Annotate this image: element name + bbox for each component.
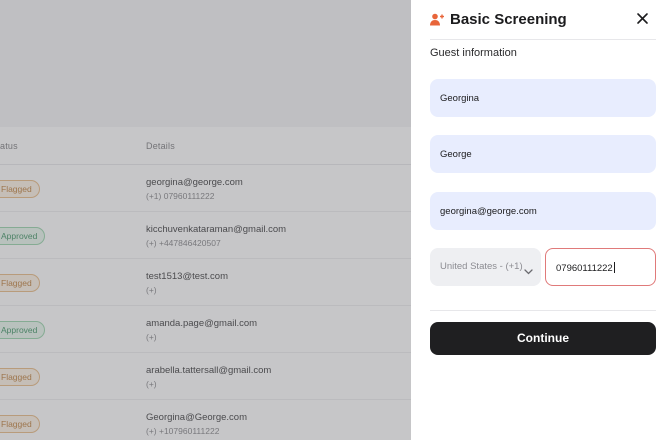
continue-button[interactable]: Continue [430, 322, 656, 355]
phone-number-value: 07960111222 [556, 262, 615, 274]
phone-number-field[interactable]: 07960111222 [545, 248, 656, 286]
country-code-select[interactable]: United States - (+1) [430, 248, 541, 286]
first-name-field[interactable] [430, 79, 656, 117]
add-person-icon [430, 13, 444, 26]
text-caret [613, 262, 615, 273]
chevron-down-icon [524, 263, 533, 275]
close-icon[interactable] [636, 12, 649, 25]
last-name-field[interactable] [430, 135, 656, 173]
country-code-value: United States - (+1) [440, 261, 523, 272]
panel-header: Basic Screening [430, 0, 656, 40]
modal-backdrop[interactable] [0, 0, 411, 440]
section-label: Guest information [430, 47, 517, 59]
email-field[interactable] [430, 192, 656, 230]
panel-title: Basic Screening [450, 11, 567, 28]
divider [430, 310, 656, 311]
phone-number-text: 07960111222 [556, 263, 613, 274]
screening-panel: Basic Screening Guest information United… [411, 0, 670, 440]
